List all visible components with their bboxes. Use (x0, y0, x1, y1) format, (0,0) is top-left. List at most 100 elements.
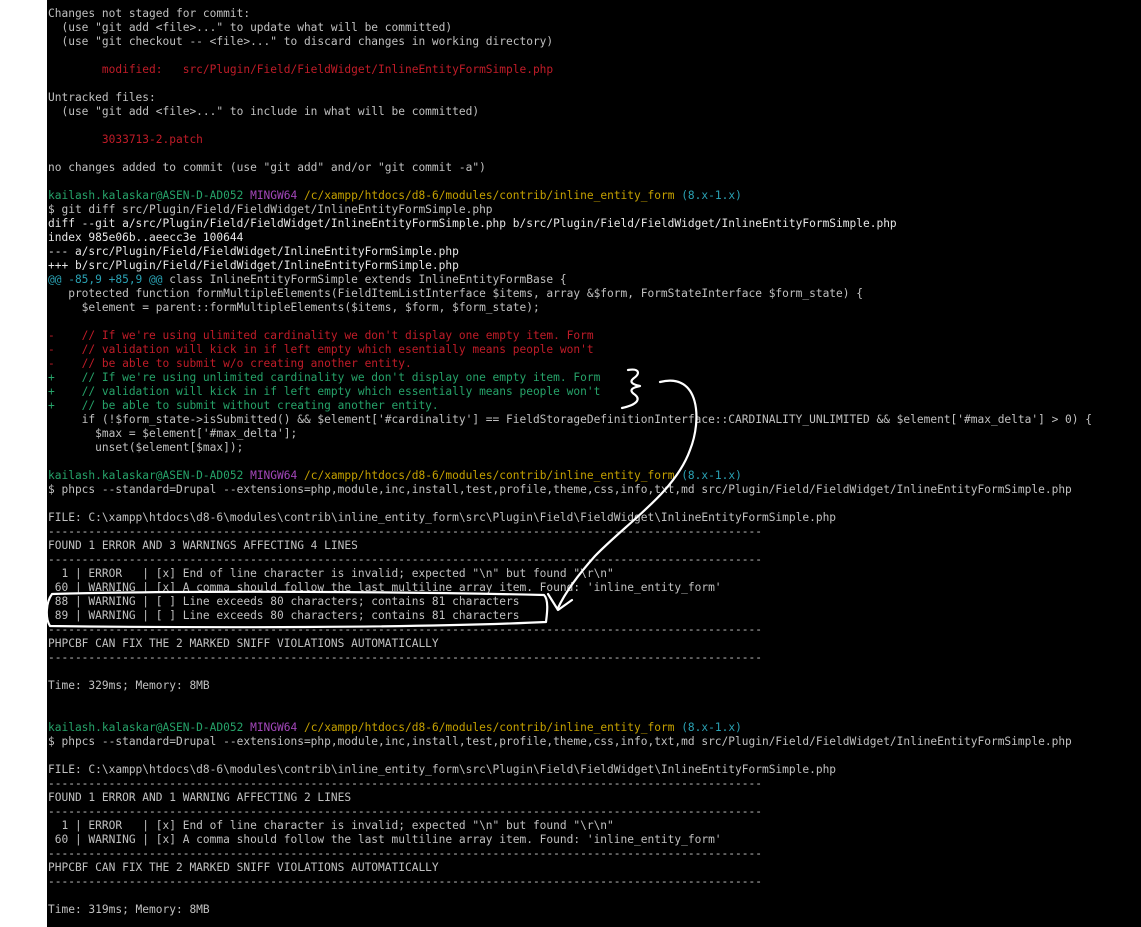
terminal-line: (use "git checkout -- <file>..." to disc… (48, 35, 1092, 49)
terminal-text: --- a/src/Plugin/Field/FieldWidget/Inlin… (48, 245, 459, 258)
terminal-line: - // be able to submit w/o creating anot… (48, 357, 1092, 371)
terminal-text: index 985e06b..aeecc3e 100644 (48, 231, 244, 244)
terminal-text: ----------------------------------------… (48, 777, 762, 790)
terminal-line: 89 | WARNING | [ ] Line exceeds 80 chara… (48, 609, 1092, 623)
terminal-text: $ git diff src/Plugin/Field/FieldWidget/… (48, 203, 493, 216)
terminal-line: ----------------------------------------… (48, 875, 1092, 889)
terminal-line: $ git diff src/Plugin/Field/FieldWidget/… (48, 203, 1092, 217)
terminal-text: 1 | ERROR | [x] End of line character is… (48, 567, 614, 580)
terminal-text: + // be able to submit without creating … (48, 399, 439, 412)
terminal-text: kailash.kalaskar@ASEN-D-AD052 (48, 189, 244, 202)
terminal-text: kailash.kalaskar@ASEN-D-AD052 (48, 721, 244, 734)
terminal-text: (8.x-1.x) (681, 469, 742, 482)
terminal-line: index 985e06b..aeecc3e 100644 (48, 231, 1092, 245)
terminal-text: (8.x-1.x) (681, 721, 742, 734)
terminal-text: kailash.kalaskar@ASEN-D-AD052 (48, 469, 244, 482)
terminal-text: @@ -85,9 +85,9 @@ (48, 273, 163, 286)
terminal-line: 60 | WARNING | [x] A comma should follow… (48, 833, 1092, 847)
terminal-line: ----------------------------------------… (48, 651, 1092, 665)
terminal-line: PHPCBF CAN FIX THE 2 MARKED SNIFF VIOLAT… (48, 637, 1092, 651)
terminal-text: modified: src/Plugin/Field/FieldWidget/I… (48, 63, 554, 76)
terminal-text: $ phpcs --standard=Drupal --extensions=p… (48, 483, 1072, 496)
terminal-line: 88 | WARNING | [ ] Line exceeds 80 chara… (48, 595, 1092, 609)
terminal-text: 88 | WARNING | [ ] Line exceeds 80 chara… (48, 595, 520, 608)
terminal-line: 60 | WARNING | [x] A comma should follow… (48, 581, 1092, 595)
terminal-line: Untracked files: (48, 91, 1092, 105)
terminal-text: $ phpcs --standard=Drupal --extensions=p… (48, 735, 1072, 748)
terminal-text: MINGW64 (250, 189, 298, 202)
terminal-line: ----------------------------------------… (48, 805, 1092, 819)
terminal-line: ----------------------------------------… (48, 525, 1092, 539)
terminal-text: unset($element[$max]); (48, 441, 244, 454)
terminal-text: /c/xampp/htdocs/d8-6/modules/contrib/inl… (303, 189, 675, 202)
terminal-line: FILE: C:\xampp\htdocs\d8-6\modules\contr… (48, 763, 1092, 777)
terminal-text: - // If we're using ulimited cardinality… (48, 329, 594, 342)
terminal-text: (8.x-1.x) (681, 189, 742, 202)
terminal-line: $max = $element['#max_delta']; (48, 427, 1092, 441)
terminal-text: MINGW64 (250, 469, 298, 482)
terminal-text: FILE: C:\xampp\htdocs\d8-6\modules\contr… (48, 763, 837, 776)
terminal-text: 1 | ERROR | [x] End of line character is… (48, 819, 614, 832)
terminal-text: (use "git add <file>..." to update what … (48, 21, 453, 34)
terminal-line: + // be able to submit without creating … (48, 399, 1092, 413)
terminal-line: --- a/src/Plugin/Field/FieldWidget/Inlin… (48, 245, 1092, 259)
terminal-text: MINGW64 (250, 721, 298, 734)
terminal-line: protected function formMultipleElements(… (48, 287, 1092, 301)
terminal-text: no changes added to commit (use "git add… (48, 161, 486, 174)
terminal-line: kailash.kalaskar@ASEN-D-AD052 MINGW64 /c… (48, 189, 1092, 203)
terminal-text: Untracked files: (48, 91, 156, 104)
terminal-line: Time: 329ms; Memory: 8MB (48, 679, 1092, 693)
terminal-line: Time: 319ms; Memory: 8MB (48, 903, 1092, 917)
terminal-text: +++ b/src/Plugin/Field/FieldWidget/Inlin… (48, 259, 459, 272)
terminal-text: ----------------------------------------… (48, 553, 762, 566)
terminal-line: no changes added to commit (use "git add… (48, 161, 1092, 175)
terminal-text: + // validation will kick in if left emp… (48, 385, 601, 398)
terminal-window[interactable]: Changes not staged for commit: (use "git… (47, 0, 1141, 927)
terminal-line: + // If we're using unlimited cardinalit… (48, 371, 1092, 385)
terminal-line: @@ -85,9 +85,9 @@ class InlineEntityForm… (48, 273, 1092, 287)
terminal-text: ----------------------------------------… (48, 623, 762, 636)
terminal-text: - // be able to submit w/o creating anot… (48, 357, 412, 370)
terminal-line: diff --git a/src/Plugin/Field/FieldWidge… (48, 217, 1092, 231)
terminal-line: PHPCBF CAN FIX THE 2 MARKED SNIFF VIOLAT… (48, 861, 1092, 875)
terminal-text: Time: 329ms; Memory: 8MB (48, 679, 210, 692)
terminal-line: - // validation will kick in if left emp… (48, 343, 1092, 357)
terminal-line: $ phpcs --standard=Drupal --extensions=p… (48, 483, 1092, 497)
terminal-line: - // If we're using ulimited cardinality… (48, 329, 1092, 343)
terminal-line: FOUND 1 ERROR AND 3 WARNINGS AFFECTING 4… (48, 539, 1092, 553)
terminal-line: FOUND 1 ERROR AND 1 WARNING AFFECTING 2 … (48, 791, 1092, 805)
terminal-text: Time: 319ms; Memory: 8MB (48, 903, 210, 916)
terminal-line: (use "git add <file>..." to update what … (48, 21, 1092, 35)
terminal-text: FOUND 1 ERROR AND 1 WARNING AFFECTING 2 … (48, 791, 352, 804)
terminal-text: FOUND 1 ERROR AND 3 WARNINGS AFFECTING 4… (48, 539, 358, 552)
terminal-line: ----------------------------------------… (48, 847, 1092, 861)
terminal-line: Changes not staged for commit: (48, 7, 1092, 21)
terminal-line: 3033713-2.patch (48, 133, 1092, 147)
terminal-text: ----------------------------------------… (48, 847, 762, 860)
terminal-line: kailash.kalaskar@ASEN-D-AD052 MINGW64 /c… (48, 721, 1092, 735)
terminal-text: 89 | WARNING | [ ] Line exceeds 80 chara… (48, 609, 520, 622)
terminal-text: 60 | WARNING | [x] A comma should follow… (48, 581, 722, 594)
terminal-text: (use "git add <file>..." to include in w… (48, 105, 480, 118)
terminal-line: FILE: C:\xampp\htdocs\d8-6\modules\contr… (48, 511, 1092, 525)
terminal-text: protected function formMultipleElements(… (48, 287, 863, 300)
terminal-output: Changes not staged for commit: (use "git… (48, 7, 1092, 917)
terminal-text: + // If we're using unlimited cardinalit… (48, 371, 601, 384)
terminal-line: ----------------------------------------… (48, 777, 1092, 791)
terminal-text: class InlineEntityFormSimple extends Inl… (162, 273, 567, 286)
terminal-line: 1 | ERROR | [x] End of line character is… (48, 567, 1092, 581)
terminal-text: $element = parent::formMultipleElements(… (48, 301, 540, 314)
terminal-text: PHPCBF CAN FIX THE 2 MARKED SNIFF VIOLAT… (48, 637, 439, 650)
